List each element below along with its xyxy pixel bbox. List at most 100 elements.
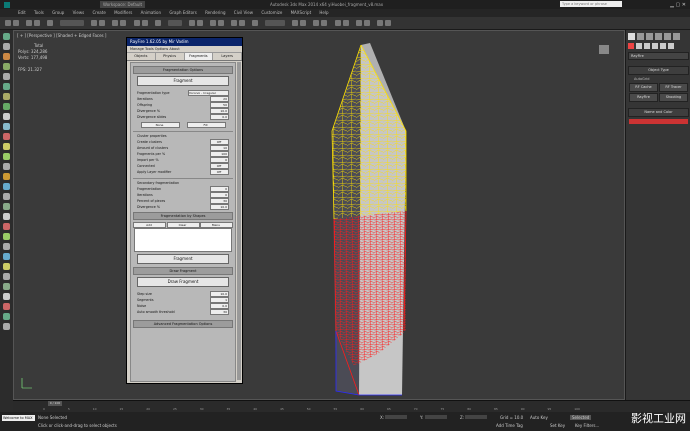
- tool-icon[interactable]: [3, 313, 10, 320]
- maxscript-listener[interactable]: Welcome to MAX: [2, 415, 35, 421]
- tool-icon[interactable]: [3, 253, 10, 260]
- link-icon[interactable]: [26, 20, 33, 26]
- menu-animation[interactable]: Animation: [141, 10, 161, 15]
- tool-icon[interactable]: [3, 63, 10, 70]
- spinner-snap-icon[interactable]: [252, 20, 259, 26]
- tool-icon[interactable]: [3, 263, 10, 270]
- render-setup-icon[interactable]: [363, 20, 370, 26]
- tool-icon[interactable]: [3, 33, 10, 40]
- category-dropdown[interactable]: RayFire: [628, 52, 689, 60]
- apply-smooth-toggle[interactable]: Off: [210, 168, 229, 175]
- rf-tracer-button[interactable]: RF Tracer: [659, 83, 688, 92]
- tool-icon[interactable]: [3, 293, 10, 300]
- object-type-rollout[interactable]: Object Type: [628, 66, 689, 75]
- menu-rendering[interactable]: Rendering: [205, 10, 225, 15]
- section-shapes[interactable]: Fragmentation by Shapes: [133, 212, 233, 220]
- cameras-icon[interactable]: [652, 43, 658, 49]
- pivot-icon[interactable]: [188, 20, 195, 26]
- section-frag-options[interactable]: Fragmentation Options: [133, 66, 233, 74]
- named-selection-dropdown[interactable]: [265, 20, 286, 26]
- menu-customize[interactable]: Customize: [261, 10, 282, 15]
- section-advanced[interactable]: Advanced Fragmentation Options: [133, 320, 233, 328]
- add-time-tag[interactable]: Add Time Tag: [496, 423, 523, 428]
- select-icon[interactable]: [91, 20, 98, 26]
- tool-icon[interactable]: [3, 143, 10, 150]
- menu-views[interactable]: Views: [73, 10, 85, 15]
- tab-objects[interactable]: Objects: [127, 53, 156, 60]
- fill-button[interactable]: Fill: [186, 121, 226, 128]
- tool-icon[interactable]: [3, 93, 10, 100]
- key-filters-button[interactable]: Key Filters...: [575, 423, 599, 428]
- snap-icon[interactable]: [217, 20, 224, 26]
- keyboard-shortcut-icon[interactable]: [209, 20, 216, 26]
- modify-tab-icon[interactable]: [637, 33, 644, 40]
- tool-icon[interactable]: [3, 153, 10, 160]
- tool-icon[interactable]: [3, 43, 10, 50]
- helpers-icon[interactable]: [660, 43, 666, 49]
- percent-snap-icon[interactable]: [239, 20, 246, 26]
- select-by-name-icon[interactable]: [99, 20, 106, 26]
- rf-cache-button[interactable]: RF Cache: [629, 83, 658, 92]
- name-color-rollout[interactable]: Name and Color: [628, 108, 689, 117]
- display-tab-icon[interactable]: [664, 33, 671, 40]
- tool-icon[interactable]: [3, 83, 10, 90]
- fragmented-obelisk[interactable]: [14, 31, 625, 400]
- tool-icon[interactable]: [3, 243, 10, 250]
- dialog-scrollbar[interactable]: [237, 62, 241, 380]
- menu-civil-view[interactable]: Civil View: [234, 10, 253, 15]
- tab-fragments[interactable]: Fragments: [184, 53, 214, 60]
- tool-icon[interactable]: [3, 213, 10, 220]
- shapes-list[interactable]: [134, 228, 232, 252]
- tool-icon[interactable]: [3, 223, 10, 230]
- tool-icon[interactable]: [3, 193, 10, 200]
- fragment-shapes-button[interactable]: Fragment: [137, 254, 229, 264]
- dialog-menu[interactable]: Manage Tools Options About: [127, 46, 242, 53]
- tool-icon[interactable]: [3, 113, 10, 120]
- sec-div-field[interactable]: 10.0: [210, 203, 229, 210]
- ref-coord-dropdown[interactable]: [167, 20, 182, 26]
- tab-physics[interactable]: Physics: [156, 53, 185, 60]
- tool-icon[interactable]: [3, 283, 10, 290]
- shooting-button[interactable]: Shooting: [659, 93, 688, 102]
- menu-help[interactable]: Help: [319, 10, 328, 15]
- undo-icon[interactable]: [5, 20, 11, 26]
- mirror-icon[interactable]: [292, 20, 299, 26]
- scale-icon[interactable]: [154, 20, 161, 26]
- menu-create[interactable]: Create: [93, 10, 106, 15]
- viewcube[interactable]: [599, 45, 609, 54]
- add-button[interactable]: Add: [133, 221, 166, 228]
- tool-icon[interactable]: [3, 183, 10, 190]
- create-tab-icon[interactable]: [628, 33, 635, 40]
- lights-icon[interactable]: [644, 43, 650, 49]
- render-frame-icon[interactable]: [376, 20, 383, 26]
- spacewarps-icon[interactable]: [668, 43, 674, 49]
- dialog-title[interactable]: RayFire 1.62.05 by Mir Vadim: [127, 38, 242, 46]
- time-slider[interactable]: 0 / 100: [48, 401, 62, 406]
- window-crossing-icon[interactable]: [120, 20, 127, 26]
- tool-icon[interactable]: [3, 173, 10, 180]
- tool-icon[interactable]: [3, 73, 10, 80]
- menu-tools[interactable]: Tools: [34, 10, 44, 15]
- menu-group[interactable]: Group: [52, 10, 64, 15]
- move-icon[interactable]: [133, 20, 140, 26]
- graphite-icon[interactable]: [321, 20, 328, 26]
- tool-icon[interactable]: [3, 103, 10, 110]
- curve-editor-icon[interactable]: [334, 20, 341, 26]
- perspective-viewport[interactable]: [ + ] [Perspective ] [Shaded + Edged Fac…: [13, 30, 625, 400]
- selection-filter-dropdown[interactable]: [60, 20, 85, 26]
- rayfire-dialog[interactable]: RayFire 1.62.05 by Mir Vadim Manage Tool…: [126, 37, 243, 384]
- utilities-tab-icon[interactable]: [673, 33, 680, 40]
- tool-icon[interactable]: [3, 123, 10, 130]
- menu-graph-editors[interactable]: Graph Editors: [169, 10, 196, 15]
- auto-key-button[interactable]: Auto Key: [530, 415, 548, 420]
- material-editor-icon[interactable]: [355, 20, 362, 26]
- selected-dropdown[interactable]: Selected: [570, 415, 592, 420]
- workspace-selector[interactable]: Workspace: Default: [100, 1, 146, 8]
- menu-modifiers[interactable]: Modifiers: [114, 10, 132, 15]
- tool-icon[interactable]: [3, 133, 10, 140]
- divergence-slides-field[interactable]: 0.0: [210, 113, 229, 120]
- draw-fragment-button[interactable]: Draw Fragment: [137, 277, 229, 287]
- manipulate-icon[interactable]: [196, 20, 203, 26]
- object-color-swatch[interactable]: [629, 119, 688, 124]
- hierarchy-tab-icon[interactable]: [646, 33, 653, 40]
